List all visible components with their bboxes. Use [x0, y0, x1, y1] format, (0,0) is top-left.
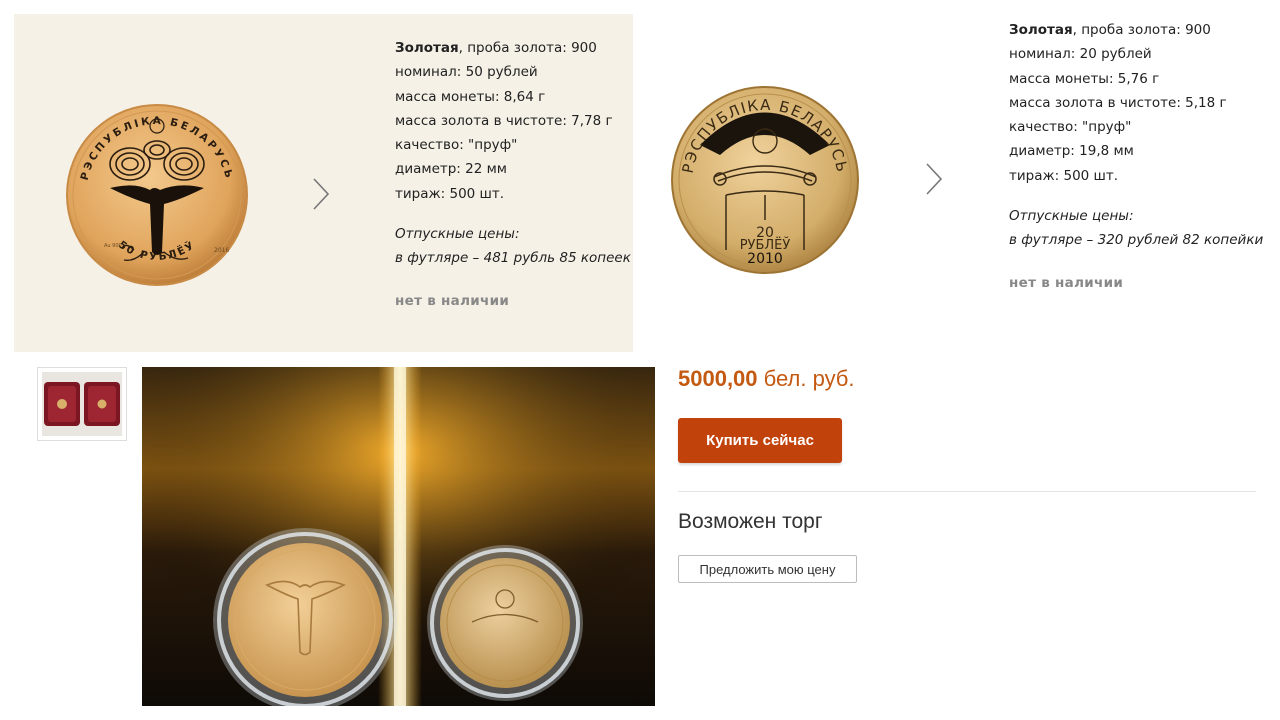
availability-status: нет в наличии — [1009, 274, 1124, 291]
spec-pure-mass: масса золота в чистоте: 5,18 г — [1009, 94, 1227, 111]
price-case: в футляре – 481 рубль 85 копеек — [395, 250, 631, 267]
spec-metal-line: Золотая, проба золота: 900 — [1009, 18, 1263, 42]
spec-fineness: , проба золота: 900 — [458, 40, 597, 56]
chevron-right-icon[interactable] — [312, 177, 330, 215]
spec-metal-line: Золотая, проба золота: 900 — [395, 36, 631, 60]
price-case: в футляре – 320 рублей 82 копейки — [1009, 232, 1264, 249]
coin-1-mint-mark: Au 900 — [104, 243, 122, 249]
product-photo — [142, 367, 655, 706]
spec-nominal: номинал: 50 рублей — [395, 64, 538, 81]
buy-now-button[interactable]: Купить сейчас — [678, 418, 842, 463]
offer-price-button[interactable]: Предложить мою цену — [678, 555, 857, 583]
chevron-right-icon[interactable] — [925, 162, 943, 200]
prices-title: Отпускные цены: — [1009, 208, 1134, 225]
coin-1-image: РЭСПУБЛІКА БЕЛАРУСЬ 50 РУБЛЁЎ Au 900 201… — [64, 102, 250, 288]
price-value: 5000,00 — [678, 366, 758, 391]
spec-diameter: диаметр: 19,8 мм — [1009, 143, 1134, 160]
coin-1-specs: Золотая, проба золота: 900 номинал: 50 р… — [395, 36, 631, 313]
spec-mintage: тираж: 500 шт. — [1009, 167, 1119, 184]
spec-quality: качество: "пруф" — [395, 137, 518, 154]
spec-metal: Золотая — [395, 40, 459, 56]
coin-1-card: РЭСПУБЛІКА БЕЛАРУСЬ 50 РУБЛЁЎ Au 900 201… — [14, 14, 633, 352]
price-currency: бел. руб. — [763, 366, 855, 391]
spec-mass: масса монеты: 5,76 г — [1009, 70, 1160, 87]
prices-title: Отпускные цены: — [395, 226, 520, 243]
gallery-thumbnail[interactable] — [37, 367, 127, 441]
availability-status: нет в наличии — [395, 292, 510, 309]
divider — [678, 491, 1256, 492]
bargain-heading: Возможен торг — [678, 510, 823, 533]
spec-pure-mass: масса золота в чистоте: 7,78 г — [395, 112, 613, 129]
spec-nominal: номинал: 20 рублей — [1009, 46, 1152, 63]
spec-fineness: , проба золота: 900 — [1072, 22, 1211, 38]
spec-metal: Золотая — [1009, 22, 1073, 38]
price: 5000,00 бел. руб. — [678, 366, 855, 392]
spec-mass: масса монеты: 8,64 г — [395, 88, 546, 105]
coin-2-specs: Золотая, проба золота: 900 номинал: 20 р… — [1009, 18, 1263, 295]
spec-diameter: диаметр: 22 мм — [395, 161, 507, 178]
coin-2-year: 2010 — [747, 251, 783, 267]
spec-mintage: тираж: 500 шт. — [395, 185, 505, 202]
coin-1-year: 2016 — [214, 247, 229, 254]
spec-quality: качество: "пруф" — [1009, 119, 1132, 136]
coin-2-image: РЭСПУБЛІКА БЕЛАРУСЬ 20 РУБЛЁЎ 2010 — [670, 85, 860, 275]
